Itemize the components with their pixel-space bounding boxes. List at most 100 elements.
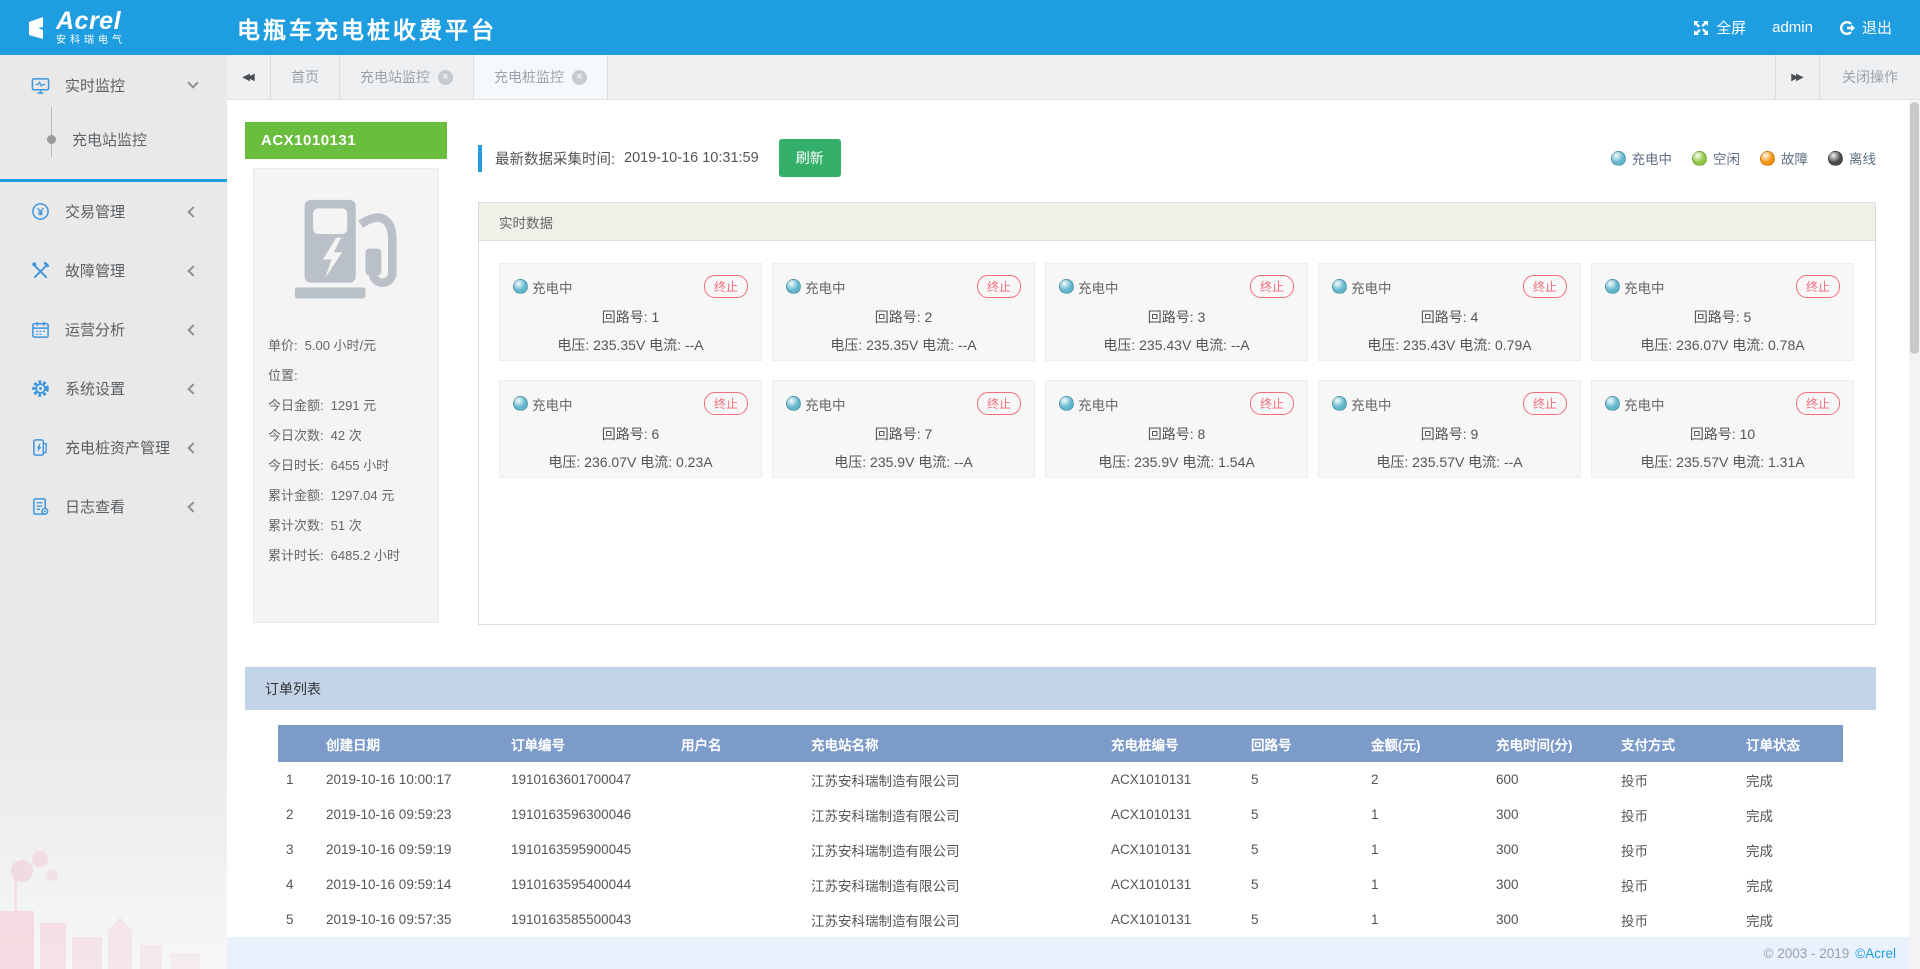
sidebar-item-充电桩资产管理[interactable]: 充电桩资产管理 [0,418,227,477]
terminate-button[interactable]: 终止 [977,392,1021,415]
circuit-voltage-current: 电压: 235.9V 电流: 1.54A [1059,452,1294,472]
table-cell: ACX1010131 [1103,867,1243,902]
gear-icon [30,379,50,399]
tab-close-icon[interactable]: × [572,70,587,85]
page-scrollbar [1909,100,1920,969]
legend-dot-icon [1692,151,1707,166]
table-cell: 投币 [1613,762,1738,797]
stat-label: 累计时长: [268,547,324,565]
charging-status-icon [1059,396,1074,411]
charging-status-icon [513,396,528,411]
refresh-button[interactable]: 刷新 [779,139,841,177]
stat-label: 今日时长: [268,457,324,475]
table-cell: 2019-10-16 10:00:17 [318,762,503,797]
table-cell [673,797,803,832]
table-cell: 江苏安科瑞制造有限公司 [803,832,1103,867]
tab-首页[interactable]: 首页 [271,55,340,99]
tab-充电站监控[interactable]: 充电站监控× [340,55,474,99]
terminate-button[interactable]: 终止 [704,392,748,415]
col-回路号: 回路号 [1243,725,1363,762]
legend-item-空闲: 空闲 [1692,148,1740,168]
stat-value: 1291 元 [331,397,377,415]
circuit-voltage-current: 电压: 236.07V 电流: 0.23A [513,452,748,472]
sidebar-item-故障管理[interactable]: 故障管理 [0,241,227,300]
table-cell: 600 [1488,762,1613,797]
table-cell: 2019-10-16 09:59:19 [318,832,503,867]
pile-id-header: ACX1010131 [245,122,447,159]
table-cell: 完成 [1738,902,1843,937]
col-支付方式: 支付方式 [1613,725,1738,762]
charging-status-icon [1332,279,1347,294]
table-cell [673,832,803,867]
circuit-voltage-current: 电压: 235.43V 电流: 0.79A [1332,335,1567,355]
terminate-button[interactable]: 终止 [1523,392,1567,415]
sidebar-item-实时监控[interactable]: 实时监控 [0,55,227,115]
circuit-card: 充电中终止回路号: 4电压: 235.43V 电流: 0.79A [1318,263,1581,361]
double-left-arrow-icon: ◀◀ [242,72,251,83]
charging-status-icon [1605,396,1620,411]
terminate-button[interactable]: 终止 [704,275,748,298]
circuit-status-label: 充电中 [1078,277,1119,297]
tabs-scroll-left-button[interactable]: ◀◀ [227,55,271,99]
close-operations-button[interactable]: 关闭操作 [1819,55,1920,99]
circuit-voltage-current: 电压: 235.57V 电流: --A [1332,452,1567,472]
table-cell: 1910163601700047 [503,762,673,797]
footer-brand-link[interactable]: ©Acrel [1855,946,1896,961]
circuit-status: 充电中 [1332,277,1392,297]
sidebar-item-运营分析[interactable]: 运营分析 [0,300,227,359]
table-row: 42019-10-16 09:59:141910163595400044江苏安科… [278,867,1843,902]
circuit-card: 充电中终止回路号: 5电压: 236.07V 电流: 0.78A [1591,263,1854,361]
legend-item-充电中: 充电中 [1611,148,1673,168]
stat-label: 单价: [268,337,298,355]
stat-line: 累计时长:6485.2 小时 [268,547,424,565]
scrollbar-thumb[interactable] [1910,102,1919,354]
col-充电时间(分): 充电时间(分) [1488,725,1613,762]
stat-label: 位置: [268,367,298,385]
terminate-button[interactable]: 终止 [1250,392,1294,415]
table-cell: 1910163596300046 [503,797,673,832]
table-cell: 1910163595900045 [503,832,673,867]
circuit-status: 充电中 [1605,394,1665,414]
terminate-button[interactable]: 终止 [1796,275,1840,298]
fullscreen-button[interactable]: 全屏 [1693,17,1746,38]
user-menu[interactable]: admin [1772,19,1813,36]
sidebar-item-系统设置[interactable]: 系统设置 [0,359,227,418]
table-cell: ACX1010131 [1103,797,1243,832]
table-cell: ACX1010131 [1103,832,1243,867]
charging-pile-icon [285,195,407,307]
tab-充电桩监控[interactable]: 充电桩监控× [474,55,608,99]
col-用户名: 用户名 [673,725,803,762]
main-content: ACX1010131 单价:5.00 小时/元位置:今日金额:1291 元今日次… [227,100,1920,937]
sidebar-item-交易管理[interactable]: 交易管理 [0,182,227,241]
logout-button[interactable]: 退出 [1839,17,1892,38]
sidebar-item-label: 系统设置 [65,378,125,399]
sidebar-rest: 交易管理故障管理运营分析系统设置充电桩资产管理日志查看 [0,182,227,536]
monitor-icon [30,75,50,95]
brand-sub: 安科瑞电气 [56,36,126,46]
tabs-scroll-right-button[interactable]: ▶▶ [1775,55,1819,99]
terminate-button[interactable]: 终止 [1523,275,1567,298]
table-cell: 投币 [1613,797,1738,832]
sidebar: 实时监控充电站监控交易管理故障管理运营分析系统设置充电桩资产管理日志查看 [0,55,227,969]
stat-line: 今日时长:6455 小时 [268,457,424,475]
charging-status-icon [1605,279,1620,294]
submenu-dot-icon [47,135,56,144]
sidebar-subitem-充电站监控[interactable]: 充电站监控 [0,117,227,161]
circuit-number: 回路号: 5 [1605,307,1840,327]
acrel-logo-icon [26,15,50,41]
stat-line: 位置: [268,367,424,385]
copyright-text: © 2003 - 2019 [1764,946,1850,961]
table-cell: 3 [278,832,318,867]
legend-item-离线: 离线 [1828,148,1876,168]
tab-close-icon[interactable]: × [438,70,453,85]
stat-label: 今日次数: [268,427,324,445]
terminate-button[interactable]: 终止 [977,275,1021,298]
sidebar-item-日志查看[interactable]: 日志查看 [0,477,227,536]
terminate-button[interactable]: 终止 [1796,392,1840,415]
table-cell: 1910163585500043 [503,902,673,937]
sidebar-submenu: 充电站监控 [0,115,227,179]
sidebar-item-label: 实时监控 [65,75,125,96]
circuit-card: 充电中终止回路号: 9电压: 235.57V 电流: --A [1318,380,1581,478]
legend-dot-icon [1828,151,1843,166]
terminate-button[interactable]: 终止 [1250,275,1294,298]
